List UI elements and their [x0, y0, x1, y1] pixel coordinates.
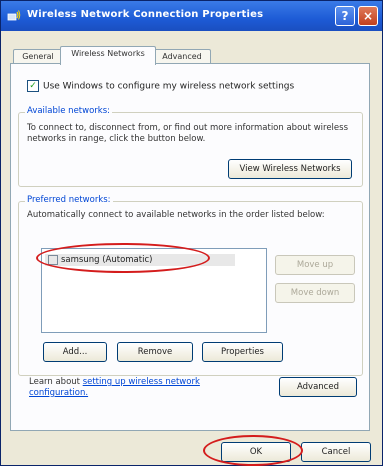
preferred-networks-description: Automatically connect to available netwo… — [27, 210, 325, 220]
properties-button[interactable]: Properties — [202, 342, 283, 362]
network-connection-icon — [7, 10, 21, 21]
tab-advanced[interactable]: Advanced — [153, 49, 211, 64]
title-bar[interactable]: Wireless Network Connection Properties ?… — [1, 1, 382, 31]
view-wireless-networks-button[interactable]: View Wireless Networks — [228, 159, 352, 179]
preferred-networks-title: Preferred networks: — [25, 195, 113, 205]
help-button[interactable]: ? — [335, 6, 355, 26]
learn-about-text: Learn about setting up wireless network … — [29, 377, 249, 399]
advanced-button[interactable]: Advanced — [279, 377, 357, 397]
tab-wireless-networks[interactable]: Wireless Networks — [60, 46, 156, 65]
available-networks-title: Available networks: — [25, 106, 112, 116]
move-down-button[interactable]: Move down — [275, 283, 355, 303]
use-windows-checkbox[interactable]: ✓ — [27, 80, 39, 92]
use-windows-option[interactable]: ✓ Use Windows to configure my wireless ne… — [27, 80, 294, 92]
learn-about-label: Learn about — [29, 377, 80, 387]
annotation-circle-ok — [203, 435, 303, 466]
remove-button[interactable]: Remove — [117, 342, 193, 362]
close-button[interactable]: × — [358, 6, 378, 26]
use-windows-label: Use Windows to configure my wireless net… — [43, 81, 295, 92]
tab-general[interactable]: General — [13, 49, 63, 64]
annotation-circle-network — [36, 243, 210, 273]
available-networks-description: To connect to, disconnect from, or find … — [27, 123, 348, 144]
available-networks-group: Available networks: To connect to, disco… — [18, 106, 363, 187]
add-button[interactable]: Add... — [43, 342, 107, 362]
cancel-button[interactable]: Cancel — [301, 442, 371, 462]
window-title: Wireless Network Connection Properties — [27, 9, 264, 20]
properties-dialog: Wireless Network Connection Properties ?… — [0, 0, 383, 466]
move-up-button[interactable]: Move up — [275, 255, 355, 275]
